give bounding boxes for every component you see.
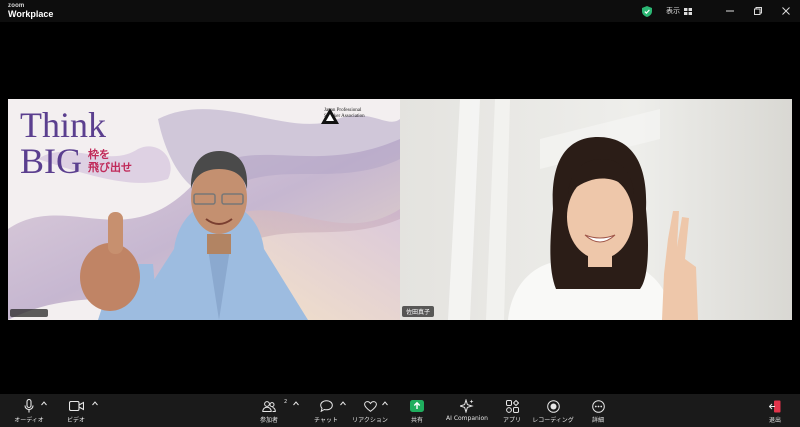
participant-video: [400, 99, 792, 320]
more-label: 詳細: [591, 417, 604, 424]
minimize-button[interactable]: [716, 0, 744, 22]
video-label: ビデオ: [66, 417, 85, 424]
audio-label: オーディオ: [14, 417, 44, 424]
participant-name-tag: 佐田真子: [402, 306, 435, 317]
record-label: レコーディング: [532, 417, 574, 424]
reactions-button[interactable]: リアクション: [352, 399, 388, 424]
more-button[interactable]: 詳細: [586, 399, 610, 424]
apps-icon: [505, 399, 519, 413]
headline-big: BIG: [20, 141, 82, 181]
reactions-label: リアクション: [352, 417, 388, 424]
view-menu-label[interactable]: 表示: [666, 6, 680, 16]
share-screen-icon: [410, 400, 424, 412]
apps-button[interactable]: アプリ: [500, 399, 524, 424]
chat-options-chevron-icon[interactable]: [340, 401, 346, 406]
minimize-icon: [726, 10, 734, 12]
restore-window-icon: [754, 7, 762, 15]
background-headline: Think BIG 枠を 飛び出せ: [20, 107, 132, 179]
share-button[interactable]: 共有: [404, 399, 430, 424]
jpsa-logo: Japan Professional Speaker Association: [321, 108, 365, 124]
chat-bubble-icon: [319, 400, 333, 412]
video-button[interactable]: ビデオ: [61, 399, 91, 424]
video-tile-participant-2[interactable]: 佐田真子: [400, 99, 792, 320]
shield-check-icon[interactable]: [642, 5, 652, 17]
close-icon: [782, 7, 790, 15]
leave-label: 退出: [768, 417, 781, 424]
headline-think: Think: [20, 105, 106, 145]
grid-view-icon[interactable]: [684, 7, 692, 15]
camera-icon: [68, 401, 84, 411]
leave-button[interactable]: 退出: [764, 399, 786, 424]
chat-button[interactable]: チャット: [312, 399, 340, 424]
app-logo: zoom Workplace: [8, 3, 53, 19]
sparkle-icon: [460, 399, 474, 413]
title-bar: zoom Workplace 表示: [0, 0, 800, 22]
zoom-meeting-window: zoom Workplace 表示 Think BIG 枠を 飛び出せ Japa…: [0, 0, 800, 427]
close-button[interactable]: [772, 0, 800, 22]
participants-count: 2: [284, 399, 288, 405]
ai-companion-label: AI Companion: [446, 415, 488, 422]
microphone-icon: [24, 399, 34, 413]
audio-options-chevron-icon[interactable]: [41, 401, 47, 406]
chat-label: チャット: [314, 417, 338, 424]
leave-door-icon: [769, 400, 781, 412]
share-label: 共有: [410, 417, 423, 424]
more-dots-icon: [591, 399, 605, 413]
ai-companion-button[interactable]: AI Companion: [444, 399, 490, 422]
tagline-top: 枠を: [88, 148, 110, 161]
people-icon: [262, 400, 276, 412]
reactions-options-chevron-icon[interactable]: [382, 401, 388, 406]
participants-label: 参加者: [259, 417, 278, 424]
meeting-toolbar: オーディオ ビデオ 2 参加者 チャット リアクション 共有 AI Compan…: [0, 394, 800, 427]
video-options-chevron-icon[interactable]: [92, 401, 98, 406]
record-icon: [546, 399, 560, 413]
record-button[interactable]: レコーディング: [532, 399, 574, 424]
participants-button[interactable]: 2 参加者: [256, 399, 287, 424]
restore-button[interactable]: [744, 0, 772, 22]
heart-icon: [363, 400, 377, 412]
apps-label: アプリ: [502, 417, 521, 424]
audio-button[interactable]: オーディオ: [14, 399, 44, 424]
triangle-logo-icon: [321, 108, 339, 124]
brand-main: Workplace: [8, 9, 54, 19]
participants-options-chevron-icon[interactable]: [293, 401, 299, 406]
tagline-bottom: 飛び出せ: [88, 161, 132, 174]
participant-name-tag: [10, 309, 48, 317]
video-tile-participant-1[interactable]: Think BIG 枠を 飛び出せ Japan Professional Spe…: [8, 99, 400, 320]
